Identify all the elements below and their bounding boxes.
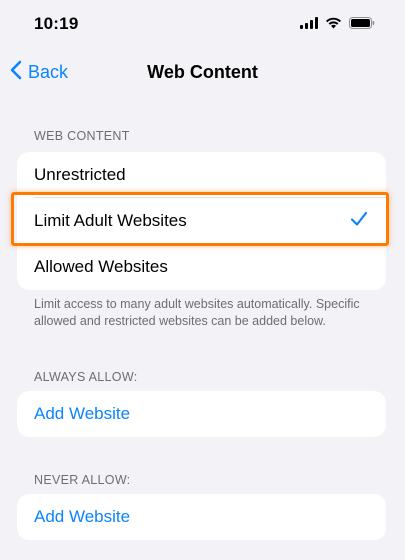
never-allow-group: Add Website — [17, 494, 386, 540]
status-time: 10:19 — [34, 14, 79, 33]
cellular-signal-icon — [300, 16, 318, 34]
navigation-bar: Back Web Content — [0, 52, 405, 92]
status-icons — [300, 16, 375, 34]
checkmark-icon — [350, 211, 368, 232]
option-limit-adult-websites[interactable]: Limit Adult Websites — [17, 198, 386, 244]
web-content-options-group: Unrestricted Limit Adult Websites Allowe… — [17, 152, 386, 290]
option-allowed-websites[interactable]: Allowed Websites — [17, 244, 386, 290]
always-allow-add-website-button[interactable]: Add Website — [17, 391, 386, 437]
add-website-label: Add Website — [34, 507, 131, 526]
web-content-footer-note: Limit access to many adult websites auto… — [34, 297, 360, 328]
status-bar: 10:19 — [0, 0, 405, 48]
add-website-label: Add Website — [34, 404, 131, 423]
battery-icon — [349, 16, 375, 34]
option-label: Unrestricted — [34, 165, 126, 184]
never-allow-add-website-button[interactable]: Add Website — [17, 494, 386, 540]
section-header-always-allow: ALWAYS ALLOW: — [34, 370, 138, 384]
option-unrestricted[interactable]: Unrestricted — [17, 152, 386, 198]
option-label: Allowed Websites — [34, 257, 168, 276]
section-header-never-allow: NEVER ALLOW: — [34, 473, 131, 487]
wifi-icon — [325, 16, 342, 34]
always-allow-group: Add Website — [17, 391, 386, 437]
page-title: Web Content — [147, 62, 258, 82]
option-label: Limit Adult Websites — [34, 211, 187, 230]
section-header-web-content: WEB CONTENT — [34, 129, 130, 143]
